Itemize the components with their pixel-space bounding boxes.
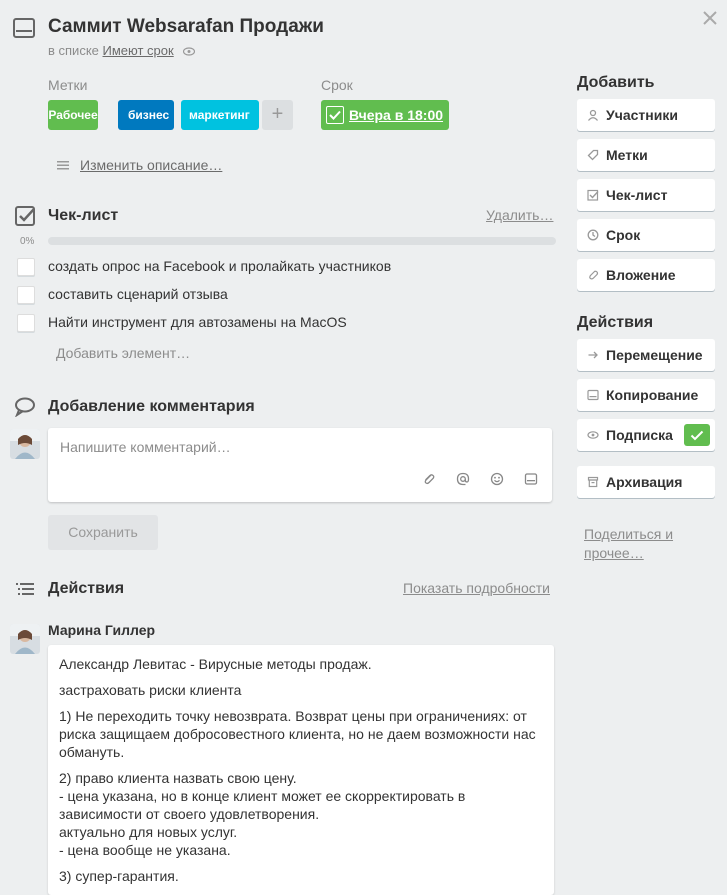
labels-heading: Метки (48, 77, 88, 93)
card-title[interactable]: Саммит Websarafan Продажи (48, 16, 324, 38)
copy-button-label: Копирование (606, 387, 699, 403)
move-button-label: Перемещение (606, 347, 703, 363)
sidebar-actions-heading: Действия (577, 314, 654, 331)
comment-input[interactable]: Напишите комментарий… (48, 428, 552, 502)
eye-icon (586, 428, 600, 442)
add-checklist-item-link[interactable]: Добавить элемент… (56, 345, 190, 361)
due-date-chip[interactable]: Вчера в 18:00 (321, 100, 450, 130)
at-icon[interactable] (455, 472, 471, 488)
tag-icon (586, 148, 600, 162)
paperclip-icon[interactable] (421, 472, 437, 488)
paperclip-icon (586, 268, 600, 282)
comment-placeholder: Напишите комментарий… (60, 439, 231, 455)
list-prefix: в списке (48, 43, 99, 58)
card-icon (13, 18, 35, 38)
activity-paragraph: 3) супер-гарантия. (59, 868, 179, 884)
checklist-button[interactable]: Чек-лист (577, 179, 715, 211)
attachment-button-label: Вложение (606, 267, 676, 283)
activity-author[interactable]: Марина Гиллер (48, 622, 155, 638)
edit-description-link[interactable]: Изменить описание… (80, 157, 222, 173)
sidebar-add-heading: Добавить (577, 74, 655, 91)
arrow-right-icon (586, 348, 600, 362)
due-complete-checkbox[interactable] (326, 106, 344, 124)
description-icon (56, 158, 72, 172)
add-label-button[interactable]: + (262, 100, 293, 130)
activity-list-icon (15, 581, 35, 604)
attachment-button[interactable]: Вложение (577, 259, 715, 291)
checklist-button-label: Чек-лист (606, 187, 668, 203)
share-and-more-link[interactable]: Поделиться и прочее… (584, 525, 704, 563)
due-heading: Срок (321, 77, 353, 93)
checklist-progress-bar (48, 237, 556, 245)
activity-paragraph: застраховать риски клиента (59, 682, 242, 698)
close-icon[interactable] (700, 8, 720, 28)
card-icon (586, 388, 600, 402)
labels-button-label: Метки (606, 147, 648, 163)
delete-checklist-link[interactable]: Удалить… (486, 207, 553, 223)
card-icon[interactable] (523, 472, 539, 488)
label-chip-work[interactable]: Рабочее (48, 100, 98, 130)
subscribe-button-label: Подписка (606, 427, 673, 443)
checklist-item-checkbox[interactable] (17, 258, 35, 276)
show-details-link[interactable]: Показать подробности (403, 580, 550, 596)
clock-icon (586, 228, 600, 242)
activity-comment-card: Александр Левитас - Вирусные методы прод… (48, 645, 554, 895)
archive-icon (586, 475, 600, 489)
due-date-button[interactable]: Срок (577, 219, 715, 251)
list-name-link[interactable]: Имеют срок (103, 43, 174, 58)
checklist-progress-percent: 0% (20, 236, 35, 247)
label-chip-marketing[interactable]: маркетинг (181, 100, 259, 130)
archive-button-label: Архивация (606, 474, 683, 490)
watch-eye-icon (183, 44, 196, 59)
checklist-item[interactable]: составить сценарий отзыва (48, 286, 228, 302)
copy-button[interactable]: Копирование (577, 379, 715, 411)
person-icon (586, 108, 600, 122)
labels-button[interactable]: Метки (577, 139, 715, 171)
members-button[interactable]: Участники (577, 99, 715, 131)
subscribe-button[interactable]: Подписка (577, 419, 715, 451)
comment-section-title: Добавление комментария (48, 398, 255, 415)
checklist-item-checkbox[interactable] (17, 314, 35, 332)
members-button-label: Участники (606, 107, 678, 123)
due-date-text: Вчера в 18:00 (349, 107, 444, 123)
due-date-button-label: Срок (606, 227, 641, 243)
avatar[interactable] (10, 429, 40, 459)
activity-title: Действия (48, 580, 125, 597)
activity-paragraph: 1) Не переходить точку невозврата. Возвр… (59, 708, 536, 760)
checklist-item-checkbox[interactable] (17, 286, 35, 304)
checklist-item[interactable]: создать опрос на Facebook и пролайкать у… (48, 258, 391, 274)
activity-paragraph: Александр Левитас - Вирусные методы прод… (59, 656, 372, 672)
comment-bubble-icon (14, 397, 36, 422)
save-comment-button[interactable]: Сохранить (48, 515, 158, 550)
archive-button[interactable]: Архивация (577, 466, 715, 498)
checklist-icon (586, 188, 600, 202)
avatar[interactable] (10, 624, 40, 654)
move-button[interactable]: Перемещение (577, 339, 715, 371)
checklist-item[interactable]: Найти инструмент для автозамены на MacOS (48, 314, 347, 330)
activity-comment-text: Александр Левитас - Вирусные методы прод… (59, 655, 544, 893)
checklist-title[interactable]: Чек-лист (48, 207, 118, 225)
list-line: в списке Имеют срок (48, 43, 196, 59)
activity-paragraph: 2) право клиента назвать свою цену. - це… (59, 770, 466, 858)
checklist-icon (14, 205, 36, 232)
emoji-icon[interactable] (489, 472, 505, 488)
label-chip-business[interactable]: бизнес (118, 100, 174, 130)
subscribed-check-icon (684, 424, 710, 446)
